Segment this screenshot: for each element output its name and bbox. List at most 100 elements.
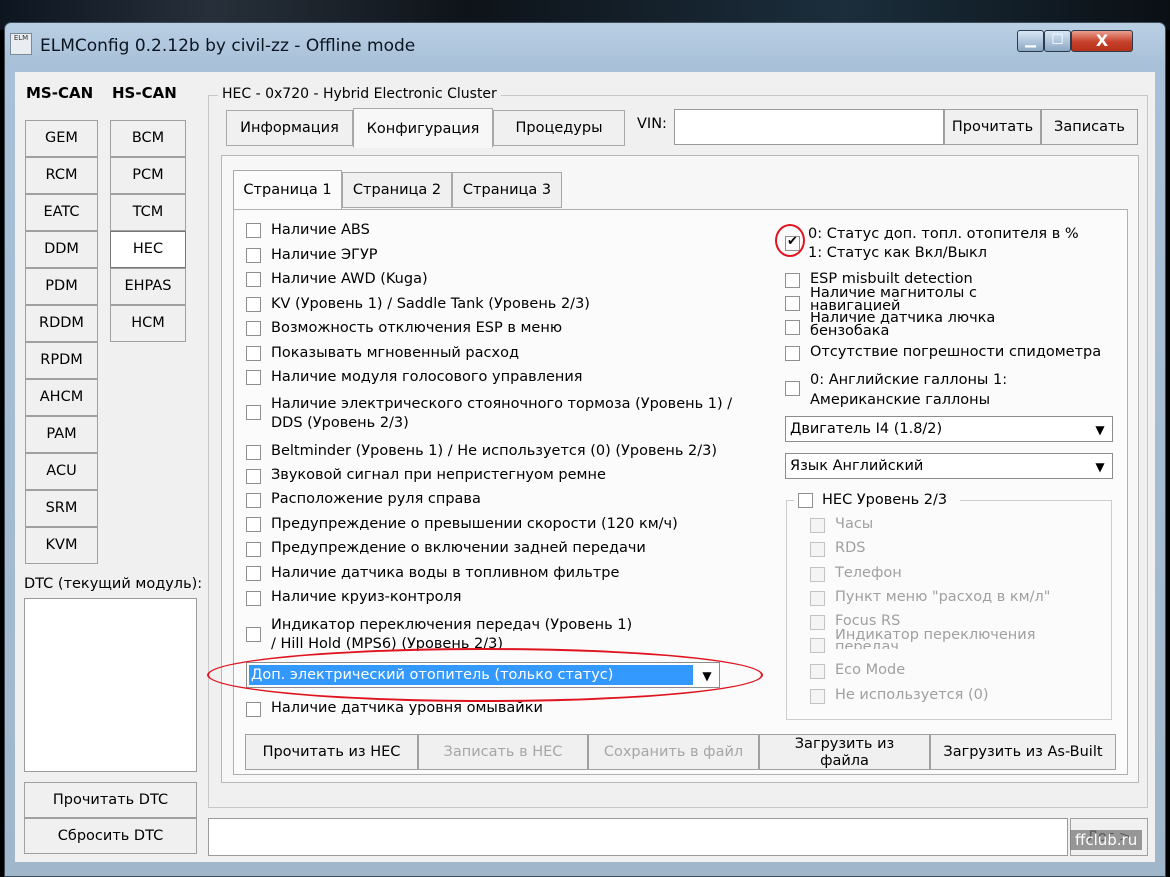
tab-page-2[interactable]: Страница 2 — [342, 172, 452, 208]
check-label-line2: бензобака — [810, 323, 890, 336]
language-select[interactable]: Язык Английский ▼ — [785, 453, 1113, 479]
save-to-file-button[interactable]: Сохранить в файл — [588, 734, 759, 770]
hec-level-header[interactable]: HEC Уровень 2/3 — [794, 490, 960, 512]
check-label: Наличие электрического стояночного тормо… — [271, 396, 733, 412]
module-rcm-button[interactable]: RCM — [25, 157, 98, 194]
write-to-hec-button[interactable]: Записать в HEC — [418, 734, 588, 770]
vin-read-button[interactable]: Прочитать — [944, 109, 1041, 145]
checkbox-shift-indicator — [810, 638, 825, 653]
checkbox[interactable] — [246, 248, 261, 263]
checkbox[interactable] — [798, 493, 813, 508]
load-from-asbuilt-button[interactable]: Загрузить из As-Built — [930, 734, 1116, 770]
ms-can-label: MS-CAN — [26, 84, 94, 102]
checkbox[interactable] — [246, 272, 261, 287]
checkbox[interactable] — [246, 493, 261, 508]
tab-page-1[interactable]: Страница 1 — [233, 170, 342, 210]
minimize-button[interactable]: ▁ — [1017, 30, 1044, 52]
hs-can-label: HS-CAN — [112, 84, 177, 102]
checkbox-kml-menu — [810, 591, 825, 606]
check-label: Отсутствие погрешности спидометра — [810, 344, 1102, 360]
maximize-button[interactable]: ☐ — [1044, 30, 1071, 52]
clear-dtc-button[interactable]: Сбросить DTC — [24, 818, 197, 854]
tab-info[interactable]: Информация — [226, 110, 353, 146]
vin-write-button[interactable]: Записать — [1041, 109, 1138, 145]
vin-label: VIN: — [637, 116, 667, 132]
module-pcm-button[interactable]: PCM — [110, 157, 186, 194]
checkbox[interactable] — [785, 381, 800, 396]
check-label-focus-rs: Focus RS — [835, 613, 901, 629]
module-hec-button[interactable]: HEC — [110, 231, 186, 268]
module-ehpas-button[interactable]: EHPAS — [110, 268, 186, 305]
module-rpdm-button[interactable]: RPDM — [25, 342, 98, 379]
tab-config[interactable]: Конфигурация — [353, 108, 493, 148]
tab-page-3[interactable]: Страница 3 — [452, 172, 562, 208]
checkbox[interactable] — [246, 591, 261, 606]
check-label-unused: Не используется (0) — [835, 687, 989, 703]
check-label: 0: Статус доп. топл. отопителя в % — [808, 226, 1079, 242]
module-pam-button[interactable]: PAM — [25, 416, 98, 453]
annotation-ellipse — [207, 648, 763, 702]
check-label: Индикатор переключения передач (Уровень … — [271, 617, 633, 633]
checkbox[interactable] — [246, 566, 261, 581]
checkbox-unused — [810, 689, 825, 704]
check-label-kml-menu: Пункт меню "расход в км/л" — [835, 589, 1051, 605]
app-icon: ELM — [10, 33, 32, 55]
check-label: Наличие модуля голосового управления — [271, 369, 583, 385]
checkbox[interactable] — [246, 445, 261, 460]
checkbox[interactable] — [785, 273, 800, 288]
engine-select[interactable]: Двигатель I4 (1.8/2) ▼ — [785, 416, 1113, 442]
check-label: Наличие ЭГУР — [271, 247, 378, 263]
close-button[interactable]: X — [1071, 30, 1133, 52]
checkbox[interactable] — [246, 627, 261, 642]
read-dtc-button[interactable]: Прочитать DTC — [24, 782, 197, 818]
module-rddm-button[interactable]: RDDM — [25, 305, 98, 342]
module-srm-button[interactable]: SRM — [25, 490, 98, 527]
checkbox[interactable] — [246, 321, 261, 336]
checkbox[interactable] — [246, 346, 261, 361]
module-tcm-button[interactable]: TCM — [110, 194, 186, 231]
chevron-down-icon[interactable]: ▼ — [1089, 455, 1111, 477]
checkbox[interactable] — [246, 370, 261, 385]
check-label: Наличие ABS — [271, 222, 370, 238]
checkbox-focus-rs — [810, 615, 825, 630]
checkbox[interactable] — [246, 517, 261, 532]
check-label-rds: RDS — [835, 540, 866, 556]
module-bcm-button[interactable]: BCM — [110, 120, 186, 157]
module-acu-button[interactable]: ACU — [25, 453, 98, 490]
checkbox[interactable] — [246, 297, 261, 312]
vin-input[interactable] — [674, 109, 944, 145]
dtc-label: DTC (текущий модуль): — [24, 576, 203, 592]
chevron-down-icon[interactable]: ▼ — [1089, 418, 1111, 440]
checkbox[interactable] — [785, 320, 800, 335]
module-ddm-button[interactable]: DDM — [25, 231, 98, 268]
tab-procedures[interactable]: Процедуры — [493, 110, 625, 146]
checkbox[interactable] — [785, 346, 800, 361]
window-title: ELMConfig 0.2.12b by civil-zz - Offline … — [40, 36, 416, 56]
check-label-clipped: Индикатор переключения передач — [835, 629, 1085, 649]
check-label-phone: Телефон — [835, 565, 902, 581]
module-hcm-button[interactable]: HCM — [110, 305, 186, 342]
read-from-hec-button[interactable]: Прочитать из HEC — [245, 734, 418, 770]
check-label: Наличие круиз-контроля — [271, 589, 462, 605]
check-label-clock: Часы — [835, 516, 874, 532]
checkbox[interactable] — [246, 469, 261, 484]
check-label-clipped: Наличие магнитолы с навигацией — [810, 287, 1060, 311]
checkbox[interactable] — [246, 702, 261, 717]
module-pdm-button[interactable]: PDM — [25, 268, 98, 305]
module-group-title: HEC - 0x720 - Hybrid Electronic Cluster — [218, 86, 501, 102]
load-from-file-button[interactable]: Загрузить из файла — [759, 734, 930, 770]
check-label: HEC Уровень 2/3 — [822, 492, 948, 508]
check-label-line2: Американские галлоны — [810, 392, 991, 408]
module-kvm-button[interactable]: KVM — [25, 527, 98, 564]
module-eatc-button[interactable]: EATC — [25, 194, 98, 231]
module-ahcm-button[interactable]: AHCM — [25, 379, 98, 416]
checkbox[interactable] — [785, 296, 800, 311]
load-file-label-1: Загрузить из — [794, 736, 895, 752]
module-gem-button[interactable]: GEM — [25, 120, 98, 157]
checkbox[interactable] — [246, 542, 261, 557]
checkbox[interactable] — [246, 223, 261, 238]
checkbox[interactable] — [246, 405, 261, 420]
check-label-line2: навигацией — [810, 298, 901, 311]
dtc-list[interactable] — [24, 598, 197, 772]
status-field[interactable] — [208, 818, 1068, 856]
